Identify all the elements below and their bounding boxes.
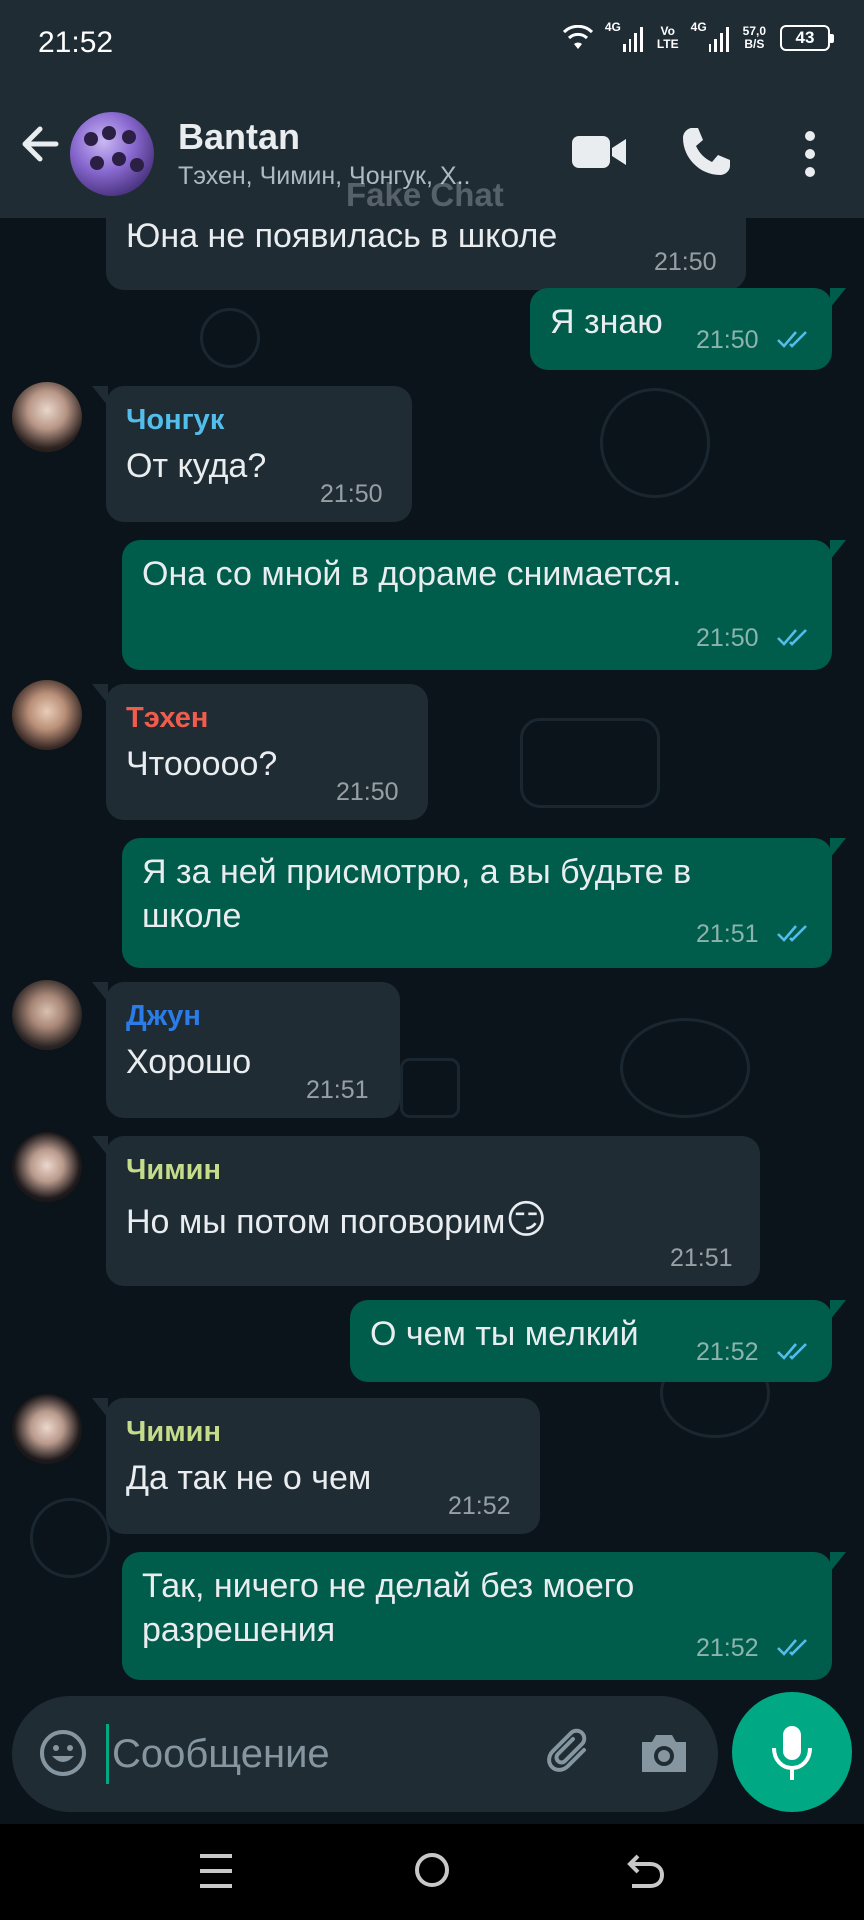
message-time: 21:52	[696, 1634, 759, 1662]
more-vertical-icon[interactable]	[786, 124, 834, 184]
phone-icon[interactable]	[676, 122, 736, 182]
message-bubble[interactable]: Чонгук От куда? 21:50	[92, 386, 412, 522]
message-input[interactable]	[112, 1726, 512, 1782]
avatar-joon[interactable]	[12, 980, 82, 1050]
back-arrow-icon[interactable]	[14, 116, 70, 172]
smirk-emoji: 😏	[505, 1198, 548, 1242]
read-ticks-icon	[777, 1639, 807, 1656]
message-time: 21:52	[448, 1492, 511, 1520]
chat-header: Bantan Тэхен, Чимин, Чонгук, Х.. Fake Ch…	[0, 90, 864, 218]
camera-icon[interactable]	[636, 1726, 692, 1782]
avatar-jimin[interactable]	[12, 1132, 82, 1202]
read-ticks-icon	[777, 331, 807, 348]
network-1-label: 4G	[604, 20, 621, 34]
watermark: Fake Chat	[346, 176, 504, 213]
wallpaper-doodle	[520, 718, 660, 808]
message-text-line1: Я за ней присмотрю, а вы будьте в	[142, 853, 692, 891]
text-cursor	[106, 1724, 109, 1784]
read-ticks-icon	[777, 1343, 807, 1360]
status-time: 21:52	[38, 26, 114, 59]
wallpaper-doodle	[200, 308, 260, 368]
message-text-line2: разрешения	[142, 1611, 336, 1649]
message-time: 21:51	[306, 1076, 369, 1104]
wallpaper-doodle	[600, 388, 710, 498]
data-speed: 57,0 B/S	[742, 24, 766, 51]
message-time: 21:51	[696, 920, 759, 948]
read-ticks-icon	[777, 925, 807, 942]
wifi-icon	[562, 25, 593, 49]
message-bubble[interactable]: Я знаю 21:50	[530, 288, 846, 370]
message-bubble[interactable]: Так, ничего не делай без моего разрешени…	[122, 1552, 846, 1680]
sender-name: Чимин	[126, 1154, 222, 1186]
sender-name: Чонгук	[126, 404, 225, 436]
system-nav-bar	[0, 1824, 864, 1920]
microphone-button[interactable]	[732, 1692, 852, 1812]
avatar-taehyung[interactable]	[12, 680, 82, 750]
status-bar: 21:52 4G Vo LTE 4G 57,0 B/S 43	[0, 0, 864, 90]
message-time: 21:52	[696, 1338, 759, 1366]
wallpaper-doodle	[400, 1058, 460, 1118]
message-text: Но мы потом поговорим😏	[126, 1198, 547, 1244]
message-bubble[interactable]: Чимин Да так не о чем 21:52	[92, 1398, 540, 1534]
network-2-label: 4G	[690, 20, 707, 34]
smiley-icon[interactable]	[38, 1728, 88, 1778]
chat-area[interactable]: Юна не появилась в школе 21:50 Я знаю 21…	[0, 218, 864, 1696]
recent-apps-icon[interactable]	[196, 1848, 236, 1894]
message-bubble[interactable]: Тэхен Чтооооо? 21:50	[92, 684, 428, 820]
sender-name: Тэхен	[126, 702, 209, 734]
back-nav-icon[interactable]	[624, 1846, 668, 1894]
message-bubble[interactable]: Она со мной в дораме снимается. 21:50	[122, 540, 846, 670]
battery-icon: 43	[780, 25, 834, 51]
paperclip-icon[interactable]	[544, 1726, 600, 1782]
avatar-jimin[interactable]	[12, 1394, 82, 1464]
message-text: О чем ты мелкий	[370, 1315, 639, 1353]
message-text: Она со мной в дораме снимается.	[142, 555, 682, 593]
message-text: Хорошо	[126, 1043, 252, 1081]
microphone-icon	[772, 1726, 812, 1780]
message-bubble[interactable]: О чем ты мелкий 21:52	[350, 1300, 846, 1382]
volte-indicator: Vo LTE	[656, 24, 679, 51]
message-text: Чтооооо?	[126, 745, 278, 783]
chat-title[interactable]: Bantan	[178, 116, 300, 158]
read-ticks-icon	[777, 629, 807, 646]
wallpaper-doodle	[30, 1498, 110, 1578]
message-bubble[interactable]: Я за ней присмотрю, а вы будьте в школе …	[122, 838, 846, 968]
signal-1-icon: 4G	[605, 20, 643, 52]
message-text-body: Но мы потом поговорим	[126, 1203, 506, 1241]
message-text-line2: школе	[142, 897, 242, 935]
wallpaper-doodle	[620, 1018, 750, 1118]
message-time: 21:50	[696, 624, 759, 652]
avatar-jungkook[interactable]	[12, 382, 82, 452]
status-icons: 4G Vo LTE 4G 57,0 B/S 43	[562, 20, 834, 52]
message-bubble[interactable]: Юна не появилась в школе 21:50	[106, 218, 746, 290]
home-icon[interactable]	[410, 1846, 454, 1894]
message-text: Я знаю	[550, 303, 663, 341]
message-bubble[interactable]: Джун Хорошо 21:51	[92, 982, 400, 1118]
message-time: 21:50	[336, 778, 399, 806]
message-time: 21:50	[654, 248, 717, 276]
message-text: Юна не появилась в школе	[126, 218, 558, 255]
sender-name: Джун	[126, 1000, 201, 1032]
message-text: Да так не о чем	[126, 1459, 372, 1497]
message-time: 21:50	[320, 480, 383, 508]
message-time: 21:51	[670, 1244, 733, 1272]
video-camera-icon[interactable]	[568, 124, 630, 180]
signal-2-icon: 4G	[691, 20, 729, 52]
message-bubble[interactable]: Чимин Но мы потом поговорим😏 21:51	[92, 1136, 760, 1286]
message-composer	[12, 1696, 718, 1812]
message-text-line1: Так, ничего не делай без моего	[142, 1567, 635, 1605]
message-time: 21:50	[696, 326, 759, 354]
sender-name: Чимин	[126, 1416, 222, 1448]
group-avatar[interactable]	[70, 112, 154, 196]
message-text: От куда?	[126, 447, 267, 485]
